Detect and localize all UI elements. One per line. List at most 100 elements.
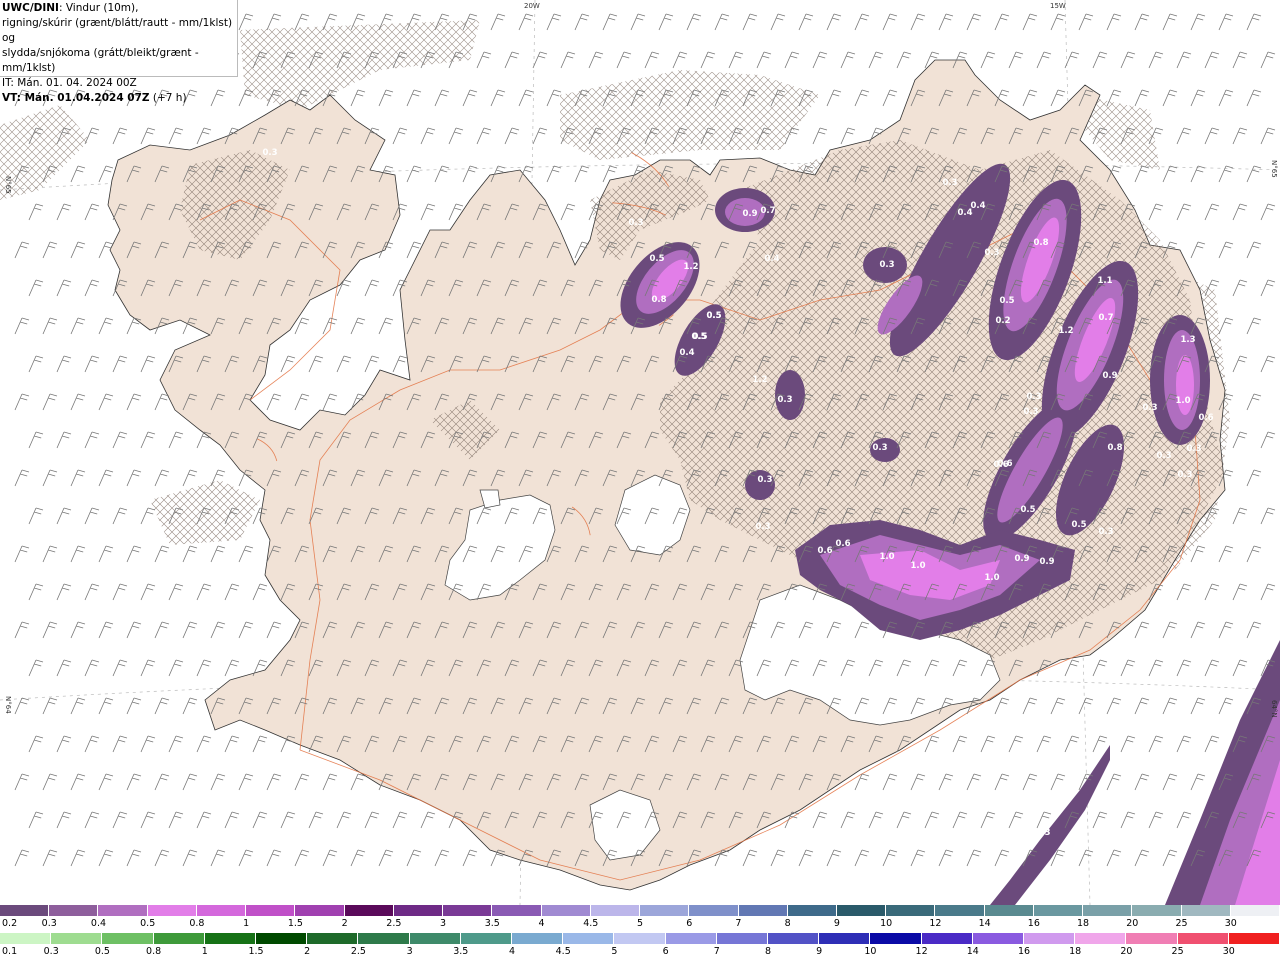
snow-swatch [1083, 905, 1133, 916]
snow-swatch [689, 905, 739, 916]
snow-scale-label: 5 [636, 918, 644, 929]
snow-scale-label: 14 [978, 918, 991, 929]
rain-scale-label: 3 [406, 946, 413, 957]
lat-label-left-bottom: N°64 [4, 696, 12, 714]
snow-swatch [738, 905, 788, 916]
lon-label-20w: 20W [524, 2, 540, 10]
snow-scale-label: 0.2 [2, 918, 18, 929]
rain-swatch [665, 933, 717, 944]
lat-label-right-top: N°65 [1270, 160, 1278, 178]
snow-scale-label: 7 [735, 918, 742, 929]
snow-scale-label: 2.5 [386, 918, 402, 929]
snow-scale-labels: 0.2 0.3 0.4 0.5 0.8 1 1.5 2 2.5 3 3.5 4 4.5 5 6 7 8 9 10 12… [0, 918, 1280, 930]
snow-swatch [984, 905, 1034, 916]
issue-time: IT: Mán. 01. 04. 2024 00Z [2, 77, 137, 89]
snow-swatch [787, 905, 837, 916]
rain-swatch [1075, 933, 1127, 944]
rain-swatch [1177, 933, 1229, 944]
rain-swatch [51, 933, 103, 944]
snow-swatch [1181, 905, 1231, 916]
snow-swatch [344, 905, 394, 916]
precip-value-label: 0.8 [1107, 443, 1122, 453]
map-canvas: 0.30.40.40.9 0.70.30.51.20.80.40.50.50.40… [0, 0, 1280, 906]
rain-swatch [1024, 933, 1076, 944]
precip-value-label: 0.3 [628, 218, 643, 228]
snow-swatch [147, 905, 197, 916]
rain-swatch [563, 933, 615, 944]
rain-scale-label: 30 [1222, 946, 1235, 957]
precip-value-label: 0.3 [1023, 407, 1038, 417]
precip-value-label: 0.3 [757, 475, 772, 485]
snow-scale-label: 12 [929, 918, 942, 929]
snow-scale-label: 9 [833, 918, 840, 929]
snow-swatch [1132, 905, 1182, 916]
precip-value-label: 0.4 [764, 254, 779, 264]
snow-swatch [935, 905, 985, 916]
snow-scale-label: 0.4 [90, 918, 107, 929]
precip-value-label: 0.3 [1156, 451, 1171, 461]
precip-value-label: 0.3 [879, 260, 894, 270]
precip-value-label: 0.4 [679, 348, 694, 358]
rain-scale-label: 9 [816, 946, 823, 957]
snow-scale-label: 8 [784, 918, 791, 929]
rain-swatch [460, 933, 513, 944]
precip-value-label: 1.2 [752, 375, 767, 385]
rain-scale-label: 4 [508, 946, 516, 957]
precip-value-label: 0.9 [1014, 554, 1029, 564]
precip-value-label: 0.3 [1035, 828, 1050, 838]
rain-swatch [358, 933, 410, 944]
product-line2: rigning/skúrir (grænt/blátt/rautt - mm/1… [2, 17, 233, 44]
precip-value-label: 0.7 [1098, 313, 1113, 323]
rain-swatch [614, 933, 666, 944]
snow-scale-label: 30 [1224, 918, 1237, 929]
precip-value-label: 0.5 [649, 254, 664, 264]
precip-value-label: 0.5 [999, 296, 1014, 306]
snow-scale-label: 18 [1077, 918, 1090, 929]
lon-label-15w: 15W [1050, 2, 1066, 10]
snow-swatch [393, 905, 444, 916]
snow-swatch [492, 905, 542, 916]
rain-scale-label: 20 [1120, 946, 1133, 957]
snow-scale-label: 10 [880, 918, 893, 929]
snow-swatch [590, 905, 641, 916]
snow-swatch [886, 905, 936, 916]
snow-scale-label: 3 [440, 918, 447, 929]
rain-swatch [972, 933, 1025, 944]
precip-value-label: 1.0 [1175, 396, 1190, 406]
rain-scale-label: 0.1 [2, 946, 18, 957]
precip-value-label: 0.5 [692, 332, 707, 342]
precip-value-label: 1.0 [910, 561, 925, 571]
precip-value-label: 0.3 [942, 178, 957, 188]
rain-scale-label: 16 [1017, 946, 1031, 957]
precip-value-label: 1.0 [879, 552, 894, 562]
precip-value-label: 0.6 [1198, 413, 1213, 423]
precip-value-label: 1.2 [683, 262, 698, 272]
rain-swatch [1126, 933, 1178, 944]
lat-label-right-bottom: 64°N [1270, 700, 1278, 718]
precip-value-label: 0.7 [760, 206, 775, 216]
rain-scale-label: 1.5 [248, 946, 264, 957]
snow-swatch [1033, 905, 1084, 916]
snow-scale-label: 1.5 [287, 918, 303, 929]
precip-value-label: 0.6 [993, 460, 1008, 470]
snow-swatch [0, 905, 50, 916]
rain-scale-label: 5 [611, 946, 618, 957]
precip-value-label: 0.3 [262, 148, 277, 158]
snow-scale-label: 6 [686, 918, 693, 929]
precip-value-label: 0.5 [1071, 520, 1086, 530]
snow-scale-label: 0.8 [189, 918, 205, 929]
rain-scale-label: 1 [201, 946, 208, 957]
rain-scale-label: 2.5 [350, 946, 366, 957]
snow-scale-label: 16 [1027, 918, 1040, 929]
rain-swatch [921, 933, 973, 944]
precip-value-label: 0.3 [1142, 403, 1157, 413]
snow-scale-label: 0.3 [41, 918, 57, 929]
rain-scale-label: 14 [966, 946, 979, 957]
rain-swatch [512, 933, 564, 944]
product-line1: : Vindur (10m), [58, 2, 139, 14]
snow-swatch [541, 905, 591, 916]
rain-swatch [153, 933, 205, 944]
precip-value-label: 0.3 [777, 395, 792, 405]
precip-value-label: 0.8 [651, 295, 666, 305]
rain-scale-label: 3.5 [453, 946, 469, 957]
